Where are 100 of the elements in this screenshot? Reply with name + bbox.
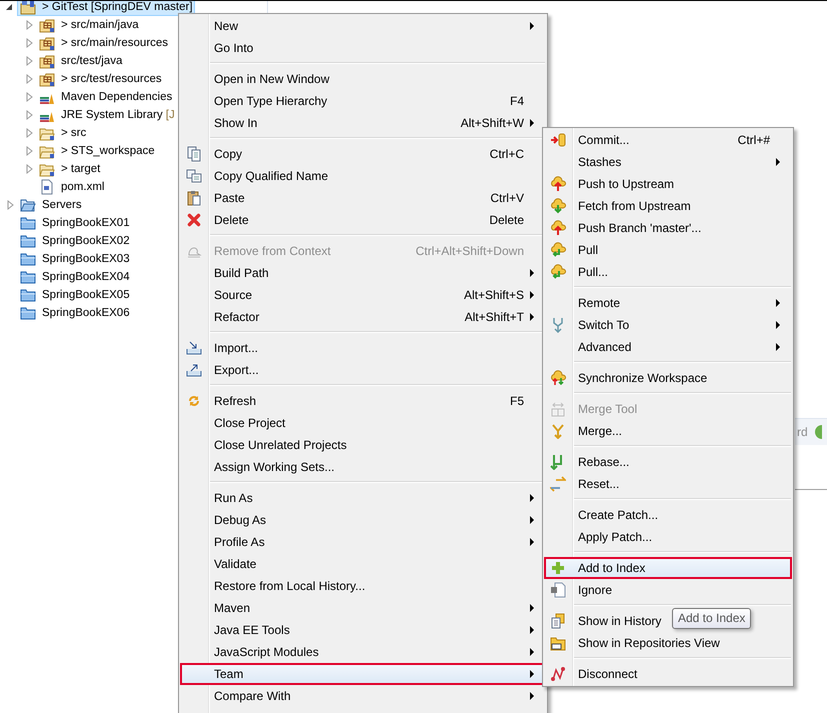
folder-icon	[20, 269, 36, 285]
project-folder-icon	[20, 1, 36, 15]
menu-item[interactable]: Refactor	[214, 310, 260, 324]
menu-item[interactable]: Show In	[214, 116, 258, 130]
cloud-up-arrow-icon	[550, 176, 566, 192]
menu-item[interactable]: Paste	[214, 191, 245, 205]
tree-item[interactable]: JRE System Library [J	[36, 106, 177, 124]
delete-icon	[186, 212, 202, 228]
menu-item[interactable]: Pull	[578, 243, 598, 257]
menu-item[interactable]: Open in New Window	[214, 72, 330, 86]
menu-item[interactable]: Close Unrelated Projects	[214, 438, 347, 452]
shortcut-label: F5	[508, 394, 524, 408]
package-folder-icon	[39, 35, 55, 51]
menu-item[interactable]: Disconnect	[578, 667, 638, 681]
menu-item[interactable]: Maven	[214, 601, 250, 615]
menu-item[interactable]: Advanced	[578, 340, 632, 354]
menu-item[interactable]: Open Type Hierarchy	[214, 94, 328, 108]
tree-item[interactable]: Maven Dependencies	[36, 88, 174, 106]
merge-icon	[550, 423, 566, 439]
menu-item[interactable]: JavaScript Modules	[214, 645, 319, 659]
menu-item[interactable]: Delete	[214, 213, 249, 227]
folder-icon	[20, 251, 36, 267]
menu-item[interactable]: Profile As	[214, 535, 265, 549]
tree-item[interactable]: > STS_workspace	[36, 142, 157, 160]
folder-icon	[20, 287, 36, 303]
menu-item[interactable]: Run As	[214, 491, 253, 505]
menu-item[interactable]: Import...	[214, 341, 258, 355]
menu-item[interactable]: Close Project	[214, 416, 286, 430]
menu-item[interactable]: Copy	[214, 147, 242, 161]
package-folder-icon	[39, 53, 55, 69]
menu-item[interactable]: Merge...	[578, 424, 622, 438]
tree-item[interactable]: > target	[36, 160, 102, 178]
tree-item[interactable]: pom.xml	[36, 178, 106, 196]
shortcut-label: Ctrl+V	[489, 191, 524, 205]
shortcut-label: Delete	[488, 213, 524, 227]
tree-item[interactable]: > GitTest [SpringDEV master]	[17, 1, 195, 16]
menu-item[interactable]: Push to Upstream	[578, 177, 674, 191]
menu-item[interactable]: Add to Index	[544, 557, 792, 579]
menu-item[interactable]: Push Branch 'master'...	[578, 221, 702, 235]
folder-icon	[550, 635, 566, 651]
menu-item[interactable]: Remote	[578, 296, 620, 310]
menu-item[interactable]: Switch To	[578, 318, 630, 332]
tree-item[interactable]: > src/main/resources	[36, 34, 170, 52]
cloud-arrow-icon	[550, 242, 566, 258]
menu-item[interactable]: Commit...	[578, 133, 630, 147]
tree-item[interactable]: src/test/java	[36, 52, 124, 70]
menu-item[interactable]: Reset...	[578, 477, 620, 491]
menu-item[interactable]: Restore from Local History...	[214, 579, 366, 593]
menu-item[interactable]: Build Path	[214, 266, 269, 280]
tree-item[interactable]: > src/main/java	[36, 16, 141, 34]
documents-icon	[550, 613, 566, 629]
menu-item[interactable]: Fetch from Upstream	[578, 199, 691, 213]
refresh-icon	[186, 393, 202, 409]
menu-item[interactable]: Go Into	[214, 41, 254, 55]
export-icon	[186, 362, 202, 378]
menu-item[interactable]: Rebase...	[578, 455, 630, 469]
tree-item[interactable]: SpringBookEX01	[17, 214, 132, 232]
shortcut-label: Ctrl+#	[736, 133, 770, 147]
tree-item[interactable]: SpringBookEX03	[17, 250, 132, 268]
tree-item[interactable]: SpringBookEX05	[17, 286, 132, 304]
swap-arrows-icon	[550, 476, 566, 492]
tree-item[interactable]: SpringBookEX02	[17, 232, 132, 250]
view-label: rd	[797, 425, 808, 439]
tree-item[interactable]: SpringBookEX04	[17, 268, 132, 286]
shortcut-label: Alt+Shift+T	[464, 310, 524, 324]
menu-item[interactable]: Debug As	[214, 513, 266, 527]
menu-item[interactable]: Apply Patch...	[578, 530, 652, 544]
menu-item[interactable]: Refresh	[214, 394, 256, 408]
package-folder-icon	[39, 17, 55, 33]
menu-item[interactable]: Source	[214, 288, 252, 302]
shortcut-label: Ctrl+Alt+Shift+Down	[414, 244, 524, 258]
menu-item[interactable]: Show in History	[578, 614, 662, 628]
tree-item[interactable]: > src/test/resources	[36, 70, 164, 88]
commit-icon	[550, 132, 566, 148]
menu-item[interactable]: Pull...	[578, 265, 608, 279]
copy-icon	[186, 168, 202, 184]
menu-item[interactable]: Ignore	[578, 583, 612, 597]
cloud-arrow-icon	[550, 264, 566, 280]
folder-icon	[20, 305, 36, 321]
menu-item[interactable]: Assign Working Sets...	[214, 460, 334, 474]
tree-item[interactable]: SpringBookEX06	[17, 304, 132, 322]
menu-item[interactable]: Copy Qualified Name	[214, 169, 328, 183]
tooltip: Add to Index	[672, 608, 752, 629]
tree-item[interactable]: Servers	[17, 196, 84, 214]
menu-item[interactable]: Stashes	[578, 155, 622, 169]
menu-item[interactable]: Export...	[214, 363, 259, 377]
disconnect-icon	[550, 666, 566, 682]
menu-item[interactable]: Compare With	[214, 689, 291, 703]
folder-icon	[20, 233, 36, 249]
menu-item[interactable]: Validate	[214, 557, 256, 571]
menu-item[interactable]: Create Patch...	[578, 508, 658, 522]
package-folder-icon	[39, 71, 55, 87]
folder-icon	[20, 215, 36, 231]
menu-item[interactable]: New	[214, 19, 238, 33]
import-icon	[186, 340, 202, 356]
menu-item[interactable]: Show in Repositories View	[578, 636, 720, 650]
menu-item[interactable]: Synchronize Workspace	[578, 371, 708, 385]
tree-item[interactable]: > src	[36, 124, 88, 142]
shortcut-label: Alt+Shift+W	[460, 116, 524, 130]
menu-item[interactable]: Java EE Tools	[214, 623, 290, 637]
